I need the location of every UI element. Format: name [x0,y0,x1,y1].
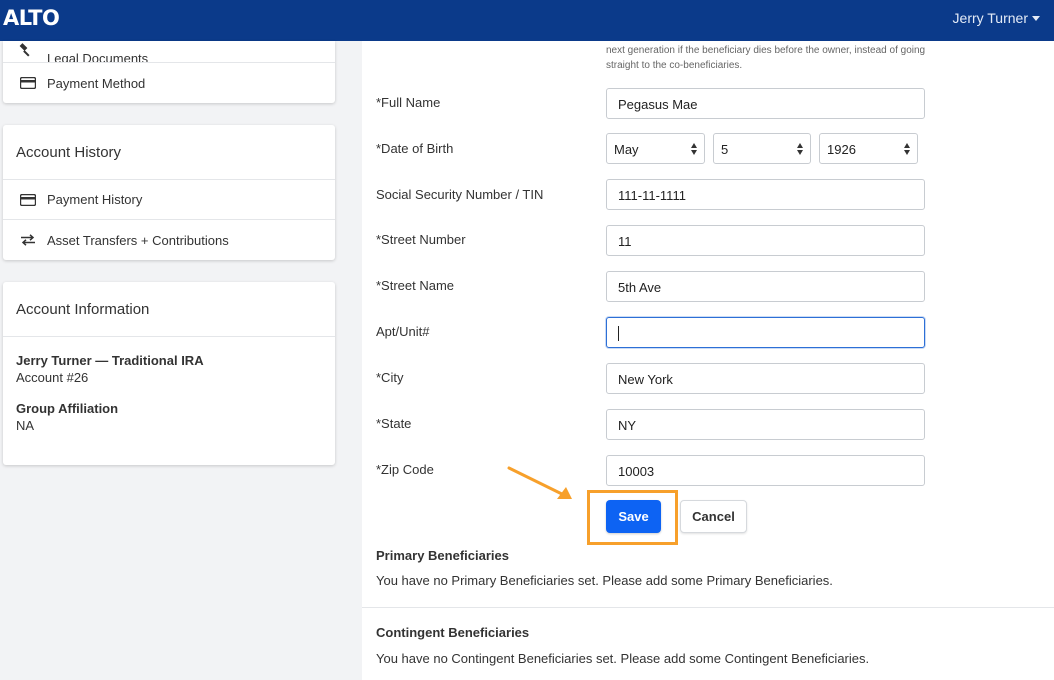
date-of-birth-label: *Date of Birth [376,141,454,156]
dob-month-value: May [614,142,639,157]
account-history-title: Account History [3,125,335,180]
group-affiliation-value: NA [16,418,35,433]
user-menu-dropdown[interactable]: Jerry Turner [953,10,1040,26]
street-name-input[interactable]: 5th Ave [606,271,925,302]
group-affiliation-label: Group Affiliation [16,401,119,416]
full-name-input[interactable]: Pegasus Mae [606,88,925,119]
city-label: *City [376,370,404,385]
user-name: Jerry Turner [952,10,1028,26]
state-input[interactable]: NY [606,409,925,440]
dob-day-select[interactable]: 5 [713,133,811,164]
gavel-icon [19,43,37,60]
top-navbar: ALTO Jerry Turner [0,0,1054,41]
select-arrows-icon [691,143,698,155]
sidebar-item-label: Legal Documents [47,51,149,63]
sidebar-item-payment-history[interactable]: Payment History [3,180,335,220]
sidebar-item-legal-documents[interactable]: Legal Documents [3,41,335,63]
zip-code-label: *Zip Code [376,462,434,477]
apt-unit-input[interactable] [606,317,925,348]
text-cursor [618,326,619,342]
credit-card-icon [19,193,37,206]
dob-month-select[interactable]: May [606,133,705,164]
street-number-label: *Street Number [376,232,466,247]
sidebar-item-label: Asset Transfers + Contributions [47,232,229,248]
dob-year-select[interactable]: 1926 [819,133,918,164]
state-label: *State [376,416,412,431]
ssn-input[interactable]: 111-11-1111 [606,179,925,210]
credit-card-icon [19,77,37,89]
zip-code-input[interactable]: 10003 [606,455,925,486]
alto-logo[interactable]: ALTO [3,6,60,30]
account-number: Account #26 [16,370,89,385]
sidebar-item-label: Payment Method [47,75,146,91]
primary-beneficiaries-title: Primary Beneficiaries [376,548,509,563]
ssn-label: Social Security Number / TIN [376,187,544,202]
apt-unit-label: Apt/Unit# [376,324,430,339]
account-information-card: Account Information Jerry Turner — Tradi… [3,282,335,465]
transfer-arrows-icon [19,234,37,246]
full-name-label: *Full Name [376,95,441,110]
city-input[interactable]: New York [606,363,925,394]
street-number-input[interactable]: 11 [606,225,925,256]
sidebar-item-label: Payment History [47,192,143,207]
account-name: Jerry Turner — Traditional IRA [16,353,204,368]
pointer-arrow-icon [507,466,572,499]
caret-down-icon [1032,15,1040,21]
select-arrows-icon [797,143,804,155]
sidebar-item-payment-method[interactable]: Payment Method [3,63,335,103]
select-arrows-icon [904,143,911,155]
account-documents-card: Legal Documents Payment Method [3,41,335,103]
contingent-beneficiaries-title: Contingent Beneficiaries [376,625,530,640]
sidebar-item-asset-transfers[interactable]: Asset Transfers + Contributions [3,220,335,260]
help-text: next generation if the beneficiary dies … [606,45,926,71]
beneficiary-form-panel: next generation if the beneficiary dies … [362,41,1054,680]
account-information-title: Account Information [3,282,335,337]
contingent-beneficiaries-text: You have no Contingent Beneficiaries set… [376,651,870,666]
dob-day-value: 5 [721,142,729,157]
cancel-button[interactable]: Cancel [680,500,747,533]
save-button[interactable]: Save [606,500,661,533]
primary-beneficiaries-text: You have no Primary Beneficiaries set. P… [376,573,833,588]
dob-year-value: 1926 [827,142,856,157]
section-divider [362,607,1054,608]
account-history-card: Account History Payment History Asset Tr… [3,125,335,260]
street-name-label: *Street Name [376,278,455,293]
